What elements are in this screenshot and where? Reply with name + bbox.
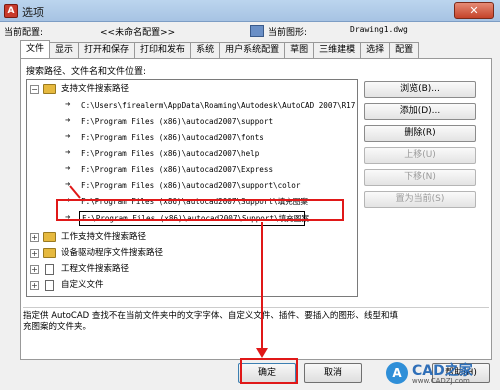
tab-files[interactable]: 文件: [20, 40, 51, 58]
watermark: A CAD之家 www.CADZJ.com: [386, 358, 494, 386]
tab-selection[interactable]: 选择: [360, 42, 391, 58]
tree-node-device-driver[interactable]: + 设备驱动程序文件搜索路径: [27, 246, 357, 261]
remove-button[interactable]: 删除(R): [364, 125, 476, 142]
cancel-button[interactable]: 取消: [304, 363, 362, 383]
tab-user-preferences[interactable]: 用户系统配置: [219, 42, 286, 58]
expand-icon[interactable]: +: [30, 281, 39, 290]
close-button[interactable]: ✕: [454, 2, 494, 19]
tree-node-customization[interactable]: + 自定义文件: [27, 278, 357, 293]
path-arrow-icon: ➜: [65, 148, 71, 158]
tree-node-label: 工作支持文件搜索路径: [61, 232, 147, 242]
add-button[interactable]: 添加(D)...: [364, 103, 476, 120]
move-down-button[interactable]: 下移(N): [364, 169, 476, 186]
expand-icon[interactable]: +: [30, 233, 39, 242]
drawing-icon: [250, 25, 264, 37]
tree-node-label: 工程文件搜索路径: [61, 264, 130, 274]
current-drawing-value: Drawing1.dwg: [350, 25, 408, 34]
expand-icon[interactable]: +: [30, 249, 39, 258]
path-text: F:\Program Files (x86)\autocad2007\fonts: [81, 133, 264, 142]
tab-bar: 文件 显示 打开和保存 打印和发布 系统 用户系统配置 草图 三维建模 选择 配…: [20, 40, 420, 58]
tab-plot-publish[interactable]: 打印和发布: [134, 42, 192, 58]
tree-node-project-files[interactable]: + 工程文件搜索路径: [27, 262, 357, 277]
tree-item-path[interactable]: ➜ F:\Program Files (x86)\autocad2007\sup…: [27, 178, 357, 193]
current-drawing-label: 当前图形:: [268, 28, 308, 38]
tab-profiles[interactable]: 配置: [389, 42, 420, 58]
path-arrow-icon: ➜: [65, 100, 71, 110]
tree-node-label: 支持文件搜索路径: [61, 84, 130, 94]
profile-info-row: 当前配置: <<未命名配置>> 当前图形: Drawing1.dwg: [4, 25, 494, 39]
path-arrow-icon: ➜: [65, 164, 71, 174]
folder-icon: [43, 232, 56, 242]
app-icon: A: [4, 4, 18, 18]
current-profile-label: 当前配置:: [4, 28, 44, 38]
tree-item-path[interactable]: ➜ F:\Program Files (x86)\autocad2007\Exp…: [27, 162, 357, 177]
tab-open-save[interactable]: 打开和保存: [78, 42, 136, 58]
path-text: F:\Program Files (x86)\autocad2007\help: [81, 149, 260, 158]
tab-drafting[interactable]: 草图: [284, 42, 315, 58]
search-path-tree[interactable]: − 支持文件搜索路径 ➜ C:\Users\firealerm\AppData\…: [26, 79, 358, 297]
tree-node-label: 自定义文件: [61, 280, 104, 290]
path-text: C:\Users\firealerm\AppData\Roaming\Autod…: [81, 101, 356, 110]
description-text: 指定供 AutoCAD 查找不在当前文件夹中的文字字体、自定义文件、插件、要插入…: [23, 311, 398, 332]
tree-item-path[interactable]: ➜ F:\Program Files (x86)\autocad2007\hel…: [27, 146, 357, 161]
tab-display[interactable]: 显示: [49, 42, 80, 58]
folder-icon: [43, 248, 56, 258]
path-arrow-icon: ➜: [65, 180, 71, 190]
watermark-url: www.CADZJ.com: [412, 377, 470, 385]
highlight-box-path: [56, 199, 344, 221]
description-divider: [23, 307, 489, 308]
search-paths-label: 搜索路径、文件名和文件位置:: [26, 67, 147, 77]
expand-icon[interactable]: +: [30, 265, 39, 274]
path-arrow-icon: ➜: [65, 116, 71, 126]
tree-node-working-support[interactable]: + 工作支持文件搜索路径: [27, 230, 357, 245]
document-icon: [45, 264, 54, 275]
collapse-icon[interactable]: −: [30, 85, 39, 94]
document-icon: [45, 280, 54, 291]
current-profile-value: <<未命名配置>>: [100, 28, 176, 38]
window-title: 选项: [22, 6, 44, 19]
path-text: F:\Program Files (x86)\autocad2007\Expre…: [81, 165, 274, 174]
tab-system[interactable]: 系统: [190, 42, 221, 58]
tree-item-path[interactable]: ➜ F:\Program Files (x86)\autocad2007\fon…: [27, 130, 357, 145]
tree-item-path[interactable]: ➜ F:\Program Files (x86)\autocad2007\sup…: [27, 114, 357, 129]
tree-node-support-paths[interactable]: − 支持文件搜索路径: [27, 82, 357, 97]
path-text: F:\Program Files (x86)\autocad2007\suppo…: [81, 117, 274, 126]
tree-node-label: 设备驱动程序文件搜索路径: [61, 248, 164, 258]
tab-3d-modeling[interactable]: 三维建模: [313, 42, 362, 58]
tree-item-path[interactable]: ➜ C:\Users\firealerm\AppData\Roaming\Aut…: [27, 98, 357, 113]
set-current-button[interactable]: 置为当前(S): [364, 191, 476, 208]
highlight-box-ok: [240, 358, 298, 384]
folder-icon: [43, 84, 56, 94]
title-bar: A 选项 ✕: [0, 0, 500, 22]
path-arrow-icon: ➜: [65, 132, 71, 142]
move-up-button[interactable]: 上移(U): [364, 147, 476, 164]
path-text: F:\Program Files (x86)\autocad2007\suppo…: [81, 181, 301, 190]
browse-button[interactable]: 浏览(B)...: [364, 81, 476, 98]
watermark-logo-icon: A: [386, 362, 408, 384]
